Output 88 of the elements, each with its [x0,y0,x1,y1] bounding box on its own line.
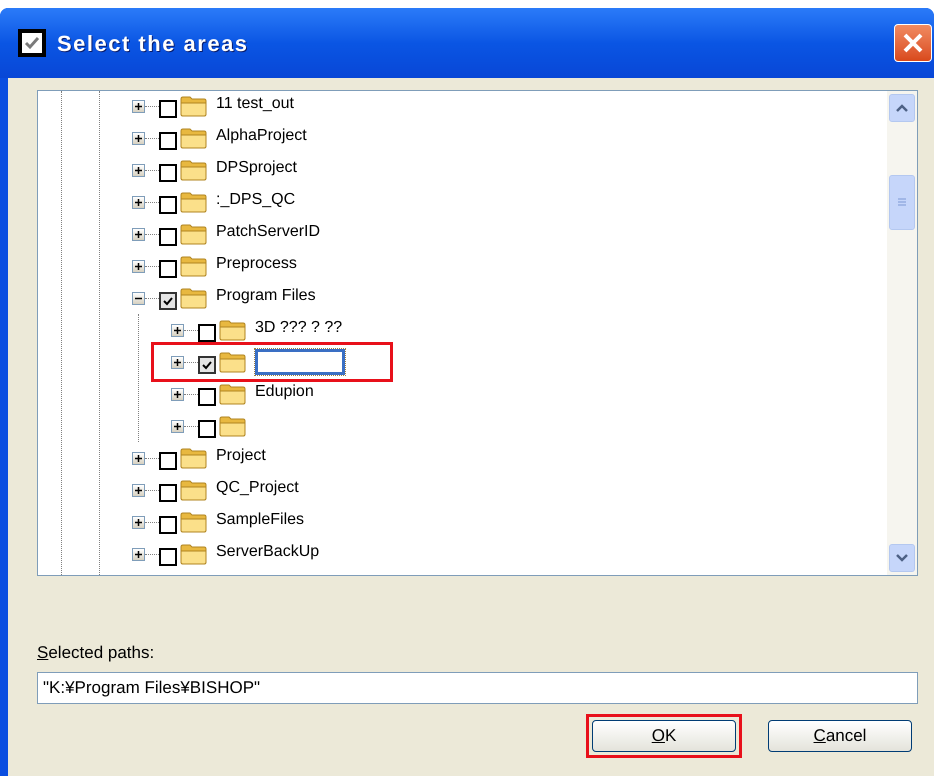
dialog-button[interactable]: Cancel [768,720,912,752]
folder-label[interactable]: 3D ??? ? ?? [255,316,342,340]
plus-icon [134,262,143,270]
expand-button[interactable] [132,548,145,560]
plus-icon [173,326,182,334]
folder-icon [219,319,247,341]
folder-icon [180,511,208,533]
folder-icon [219,383,247,405]
checkbox[interactable] [159,228,177,246]
folder-label[interactable]: Program Files [216,284,316,308]
folder-icon [180,127,208,149]
plus-icon [134,518,143,526]
folder-label[interactable]: AlphaProject [216,124,307,148]
folder-icon [180,287,208,309]
folder-icon [219,415,247,437]
scroll-thumb[interactable] [889,175,915,230]
folder-icon [180,191,208,213]
checkbox[interactable] [159,196,177,214]
expand-button[interactable] [132,484,145,496]
folder-label[interactable]: Project [216,444,266,468]
dialog-button[interactable]: OK [592,720,736,752]
expand-button[interactable] [132,132,145,144]
plus-icon [173,358,182,366]
scroll-up-button[interactable] [889,94,915,122]
checkbox[interactable] [159,548,177,566]
folder-label[interactable]: SampleFiles [216,508,304,532]
folder-label[interactable]: Edupion [255,380,314,404]
folder-icon [180,95,208,117]
folder-icon [180,223,208,245]
checkbox[interactable] [159,484,177,502]
folder-icon [180,543,208,565]
expand-button[interactable] [132,100,145,112]
scroll-down-button[interactable] [889,544,915,572]
plus-icon [173,422,182,430]
folder-label[interactable]: QC_Project [216,476,299,500]
folder-label[interactable]: ServerBackUp [216,540,320,564]
plus-icon [134,454,143,462]
checkbox[interactable] [159,516,177,534]
expand-button[interactable] [171,356,184,368]
folder-icon [180,159,208,181]
check-icon [201,359,213,371]
field-label: Selected paths: [37,642,156,664]
rename-field[interactable] [255,349,345,375]
plus-icon [134,486,143,494]
folder-label[interactable]: Preprocess [216,252,297,276]
plus-icon [134,102,143,110]
expand-button[interactable] [171,324,184,336]
folder-icon [180,479,208,501]
expand-button[interactable] [132,164,145,176]
checkbox[interactable] [159,164,177,182]
expand-button[interactable] [132,452,145,464]
check-icon [162,295,174,307]
checkbox[interactable] [198,420,216,438]
collapse-button[interactable] [132,292,145,304]
close-button[interactable] [894,24,932,62]
expand-button[interactable] [171,388,184,400]
expand-button[interactable] [132,196,145,208]
checkbox[interactable] [159,132,177,150]
expand-button[interactable] [132,260,145,272]
close-icon [902,32,924,54]
folder-label[interactable]: PatchServerID [216,220,320,244]
plus-icon [173,390,182,398]
window-title: Select the areas [57,30,249,58]
checkbox[interactable] [159,100,177,118]
folder-icon [180,447,208,469]
expand-button[interactable] [132,228,145,240]
scrollbar[interactable] [887,91,917,575]
expand-button[interactable] [171,420,184,432]
checkbox[interactable] [198,324,216,342]
folder-icon [180,255,208,277]
checkbox[interactable] [159,292,177,310]
grip-icon [897,198,907,208]
checkbox[interactable] [198,356,216,374]
folder-label[interactable]: :_DPS_QC [216,188,296,212]
plus-icon [134,134,143,142]
checkbox-icon [17,28,47,58]
checkbox[interactable] [198,388,216,406]
plus-icon [134,198,143,206]
expand-button[interactable] [132,516,145,528]
plus-icon [134,550,143,558]
checkbox[interactable] [159,452,177,470]
plus-icon [134,166,143,174]
folder-label[interactable]: DPSproject [216,156,297,180]
checkbox[interactable] [159,260,177,278]
folder-icon [219,351,247,373]
paths-field[interactable]: "K:¥Program Files¥BISHOP" [37,672,918,704]
folder-label[interactable]: 11 test_out [216,92,294,116]
plus-icon [134,230,143,238]
